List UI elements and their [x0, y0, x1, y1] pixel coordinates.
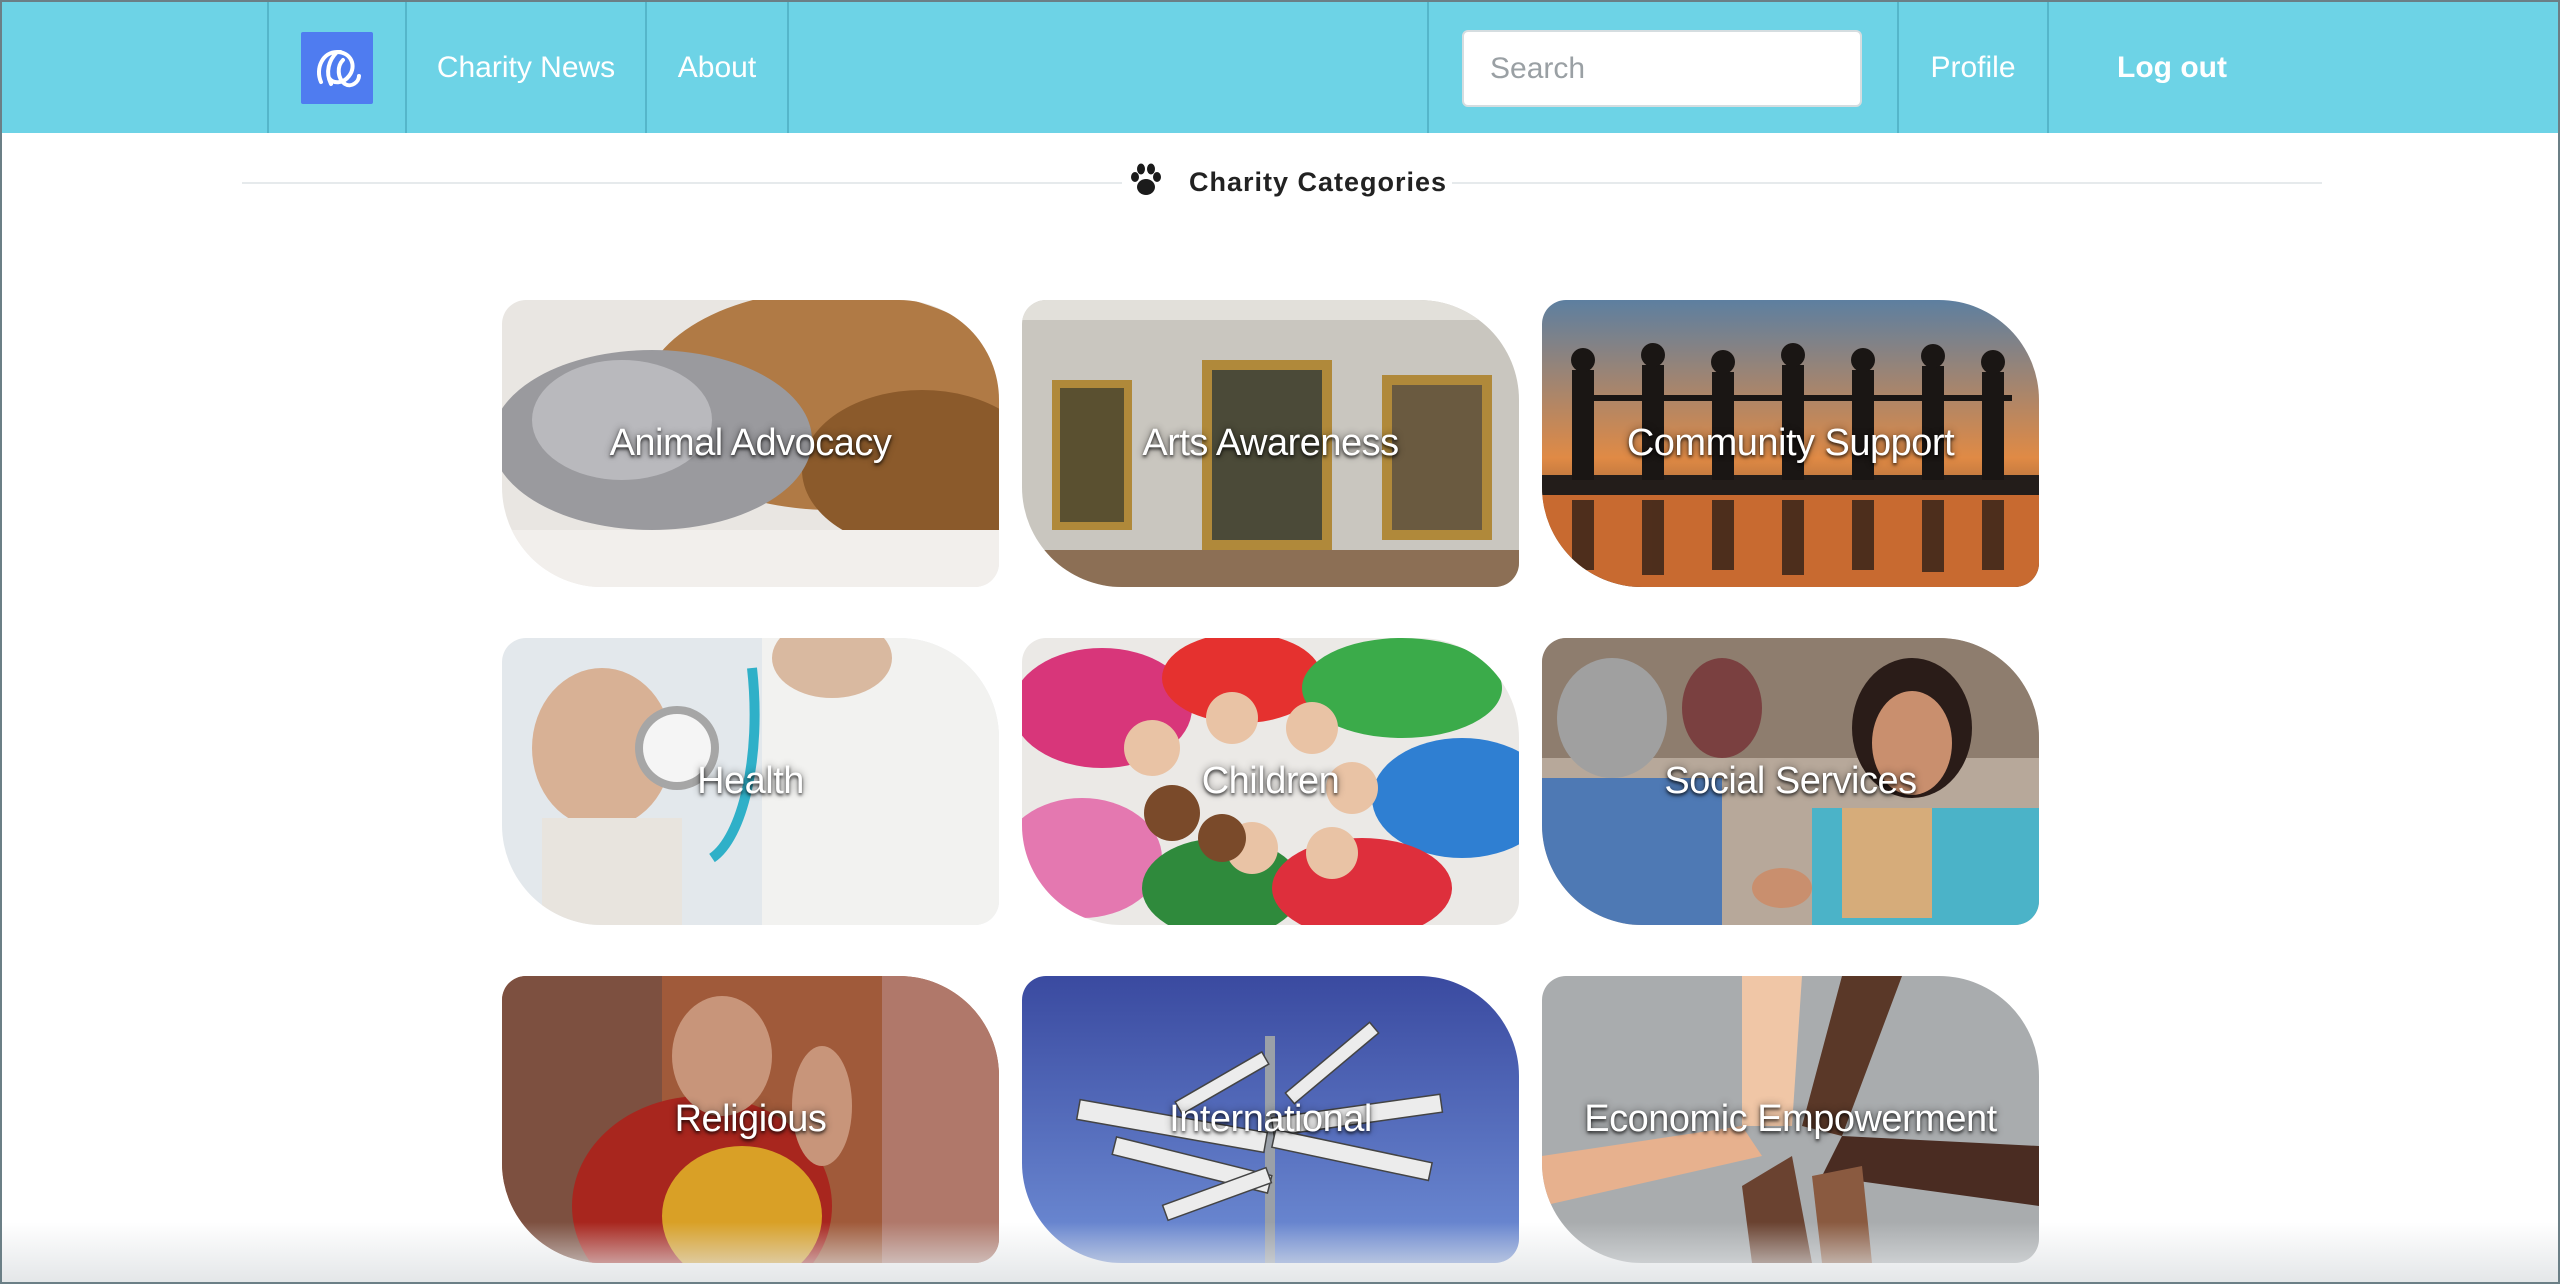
category-label: Community Support	[1626, 422, 1955, 464]
category-label: International	[1169, 1098, 1372, 1140]
nav-link-profile[interactable]: Profile	[1899, 2, 2047, 133]
category-card-community-support[interactable]: Community Support	[1542, 300, 2039, 587]
category-label: Animal Advocacy	[609, 422, 892, 464]
category-card-animal-advocacy[interactable]: Animal Advocacy	[502, 300, 999, 587]
browser-window: Charity News About Profile Log out Cha	[0, 0, 2560, 1284]
section-title: Charity Categories	[1188, 166, 1448, 197]
category-label: Economic Empowerment	[1584, 1098, 1997, 1140]
logout-button[interactable]: Log out	[2049, 2, 2295, 133]
paw-icon	[1127, 161, 1165, 204]
category-card-health[interactable]: Health	[502, 638, 999, 925]
category-card-social-services[interactable]: Social Services	[1542, 638, 2039, 925]
category-label: Social Services	[1664, 760, 1917, 802]
category-card-children[interactable]: Children	[1022, 638, 1519, 925]
nav-divider	[1427, 2, 1429, 133]
nav-link-about[interactable]: About	[647, 2, 787, 133]
category-label: Arts Awareness	[1142, 422, 1399, 464]
category-label: Religious	[674, 1098, 827, 1140]
nav-link-charity-news[interactable]: Charity News	[407, 2, 645, 133]
category-card-international[interactable]: International	[1022, 976, 1519, 1263]
category-label: Health	[697, 760, 804, 802]
category-label: Children	[1201, 760, 1340, 802]
charity-logo-icon	[301, 31, 373, 104]
header-rule-right	[1452, 182, 2322, 184]
header-rule-left	[242, 182, 1122, 184]
home-logo-link[interactable]	[269, 2, 405, 133]
search-input[interactable]	[1462, 30, 1862, 107]
category-card-religious[interactable]: Religious	[502, 976, 999, 1263]
category-card-economic-empowerment[interactable]: Economic Empowerment	[1542, 976, 2039, 1263]
section-title-group: Charity Categories	[1122, 157, 1452, 207]
section-header: Charity Categories	[242, 157, 2322, 207]
nav-divider	[787, 2, 789, 133]
category-card-arts-awareness[interactable]: Arts Awareness	[1022, 300, 1519, 587]
top-navbar: Charity News About Profile Log out	[2, 2, 2558, 133]
